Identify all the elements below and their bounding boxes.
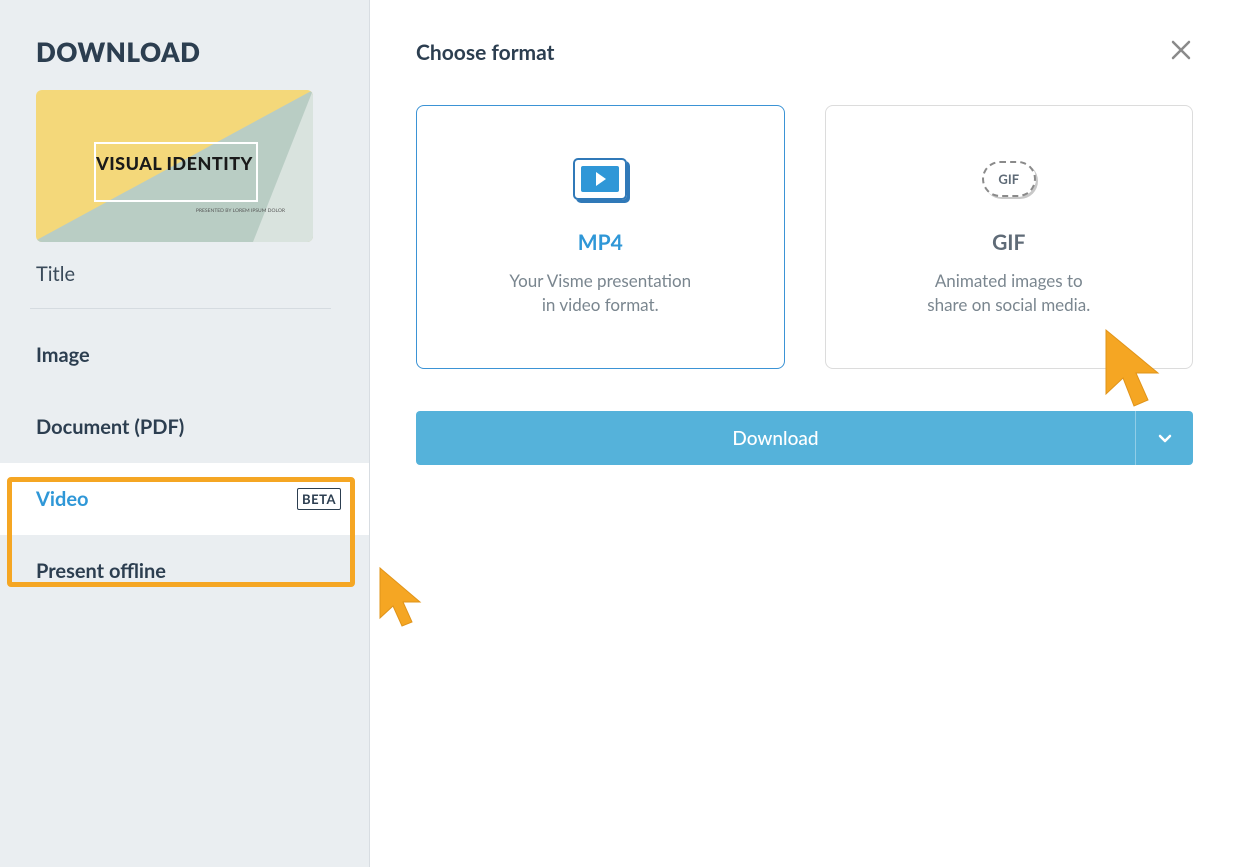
- nav-item-present-offline[interactable]: Present offline: [0, 535, 369, 607]
- beta-badge: BETA: [297, 488, 341, 510]
- nav-item-document-pdf[interactable]: Document (PDF): [0, 391, 369, 463]
- format-card-mp4[interactable]: MP4 Your Visme presentation in video for…: [416, 105, 785, 369]
- thumbnail-label: Title: [36, 262, 341, 286]
- card-description: Your Visme presentation in video format.: [509, 269, 691, 317]
- card-description: Animated images to share on social media…: [927, 269, 1090, 317]
- main-heading: Choose format: [416, 40, 1193, 65]
- nav-item-label: Image: [36, 343, 90, 367]
- card-title: GIF: [992, 230, 1025, 255]
- nav-item-image[interactable]: Image: [0, 319, 369, 391]
- download-button[interactable]: Download: [416, 411, 1135, 465]
- thumbnail-title-text: VISUAL IDENTITY: [36, 152, 313, 174]
- format-cards: MP4 Your Visme presentation in video for…: [416, 105, 1193, 369]
- nav-item-video[interactable]: Video BETA: [0, 463, 369, 535]
- divider: [30, 308, 331, 309]
- format-nav-list: Image Document (PDF) Video BETA Present …: [0, 319, 369, 607]
- close-icon: [1169, 38, 1193, 62]
- nav-item-label: Video: [36, 487, 89, 511]
- main-panel: Choose format MP4 Your Visme presentatio…: [370, 0, 1243, 867]
- sidebar: DOWNLOAD VISUAL IDENTITY PRESENTED BY LO…: [0, 0, 370, 867]
- nav-item-label: Present offline: [36, 559, 166, 583]
- video-play-icon: [573, 158, 627, 200]
- close-button[interactable]: [1169, 38, 1193, 66]
- chevron-down-icon: [1156, 429, 1174, 447]
- thumbnail-subtext: PRESENTED BY LOREM IPSUM DOLOR: [196, 208, 285, 215]
- download-dropdown-button[interactable]: [1135, 411, 1193, 465]
- format-card-gif[interactable]: GIF GIF Animated images to share on soci…: [825, 105, 1194, 369]
- card-title: MP4: [578, 230, 623, 255]
- sidebar-title: DOWNLOAD: [36, 36, 341, 68]
- project-thumbnail: VISUAL IDENTITY PRESENTED BY LOREM IPSUM…: [36, 90, 313, 242]
- gif-icon: GIF: [982, 158, 1036, 200]
- nav-item-label: Document (PDF): [36, 415, 184, 439]
- download-bar: Download: [416, 411, 1193, 465]
